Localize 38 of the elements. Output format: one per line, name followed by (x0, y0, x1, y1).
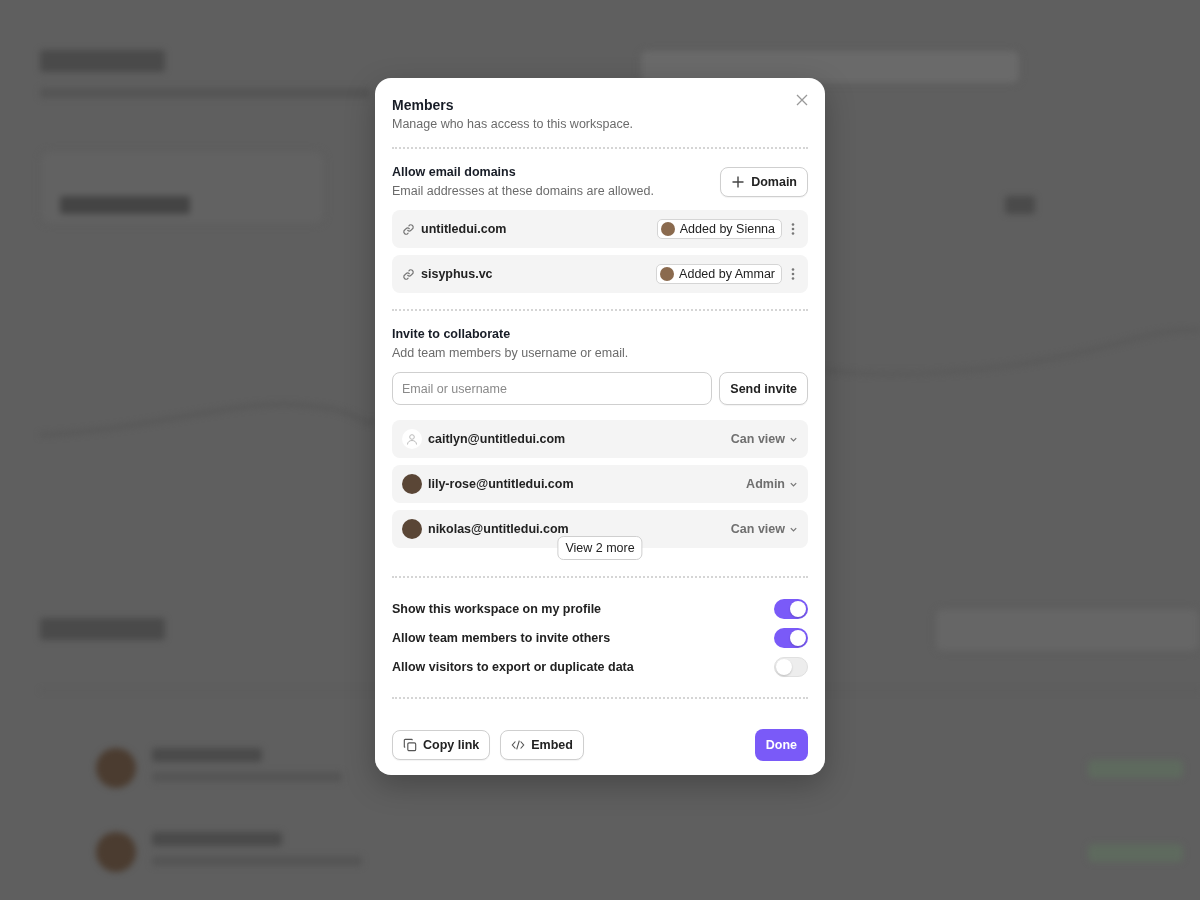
view-more-button[interactable]: View 2 more (557, 536, 643, 560)
plus-icon (731, 174, 746, 189)
setting-label: Allow team members to invite others (392, 630, 611, 645)
role-dropdown[interactable]: Admin (746, 477, 798, 491)
code-icon (511, 738, 526, 752)
added-by-tag: Added by Sienna (656, 219, 782, 239)
user-avatar-icon (402, 429, 422, 449)
link-icon (402, 267, 415, 281)
copy-link-button[interactable]: Copy link (392, 730, 491, 760)
embed-button[interactable]: Embed (500, 730, 584, 760)
dialog-title: Members (392, 97, 454, 113)
close-icon[interactable] (795, 93, 809, 107)
section-description: Add team members by username or email. (392, 346, 630, 360)
avatar (402, 474, 422, 494)
avatar (402, 519, 422, 539)
email-input-field[interactable]: Email or username (392, 372, 713, 405)
domain-name: sisyphus.vc (421, 267, 494, 281)
role-dropdown[interactable]: Can view (730, 432, 798, 446)
link-icon (402, 222, 415, 236)
send-invite-button[interactable]: Send invite (719, 372, 808, 405)
done-button[interactable]: Done (754, 729, 808, 761)
setting-label: Allow visitors to export or duplicate data (392, 659, 634, 674)
toggle-switch[interactable] (774, 598, 808, 619)
copy-icon (403, 738, 417, 752)
section-description: Email addresses at these domains are allowed. (392, 184, 654, 198)
member-email: nikolas@untitledui.com (428, 522, 570, 536)
role-dropdown[interactable]: Can view (730, 522, 798, 536)
add-domain-button[interactable]: Domain (720, 166, 808, 197)
member-email: caitlyn@untitledui.com (428, 432, 567, 446)
added-by-tag: Added by Ammar (656, 264, 782, 284)
section-title: Allow email domains (392, 165, 517, 179)
domain-name: untitledui.com (421, 222, 508, 236)
setting-label: Show this workspace on my profile (392, 601, 602, 616)
toggle-switch[interactable] (774, 656, 808, 677)
toggle-switch[interactable] (774, 627, 808, 648)
member-email: lily-rose@untitledui.com (428, 477, 575, 491)
section-title: Invite to collaborate (392, 327, 512, 341)
dialog-subtitle: Manage who has access to this workspace. (392, 117, 635, 131)
